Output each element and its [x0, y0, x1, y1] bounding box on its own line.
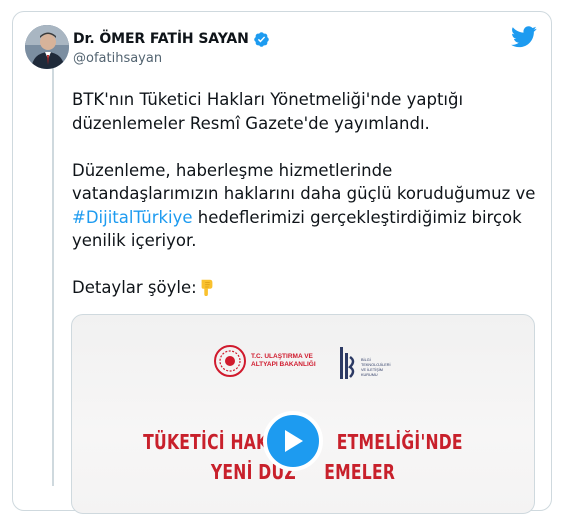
twitter-bird-icon[interactable] [511, 26, 537, 48]
play-icon [285, 430, 303, 452]
details-label: Detaylar şöyle: [72, 278, 197, 297]
author-block[interactable]: Dr. ÖMER FATİH SAYAN @ofatihsayan [73, 29, 270, 66]
ministry-logo-icon [214, 345, 246, 377]
avatar[interactable] [25, 25, 69, 69]
tweet-paragraph-3: Detaylar şöyle: [72, 276, 540, 300]
tweet-paragraph-2: Düzenleme, haberleşme hizmetlerinde vata… [72, 159, 540, 253]
btk-logo-icon [340, 347, 355, 379]
author-handle[interactable]: @ofatihsayan [73, 51, 270, 66]
play-button[interactable] [263, 411, 323, 471]
hashtag-link[interactable]: #DijitalTürkiye [72, 208, 193, 227]
ministry-logo-text: T.C. ULAŞTIRMA VE ALTYAPI BAKANLIĞI [251, 353, 316, 368]
author-name[interactable]: Dr. ÖMER FATİH SAYAN [73, 31, 249, 47]
verified-badge-icon [254, 31, 269, 47]
btk-logo-text: BİLGİ TEKNOLOJİLERİ VE İLETİŞİM KURUMU [361, 358, 391, 377]
thread-line [52, 56, 54, 486]
tweet-paragraph-1: BTK'nın Tüketici Hakları Yönetmeliği'nde… [72, 90, 464, 133]
tweet-text: BTK'nın Tüketici Hakları Yönetmeliği'nde… [72, 88, 540, 323]
tweet-paragraph-2-start: Düzenleme, haberleşme hizmetlerinde vata… [72, 160, 536, 204]
pointing-down-emoji-icon [201, 279, 213, 296]
